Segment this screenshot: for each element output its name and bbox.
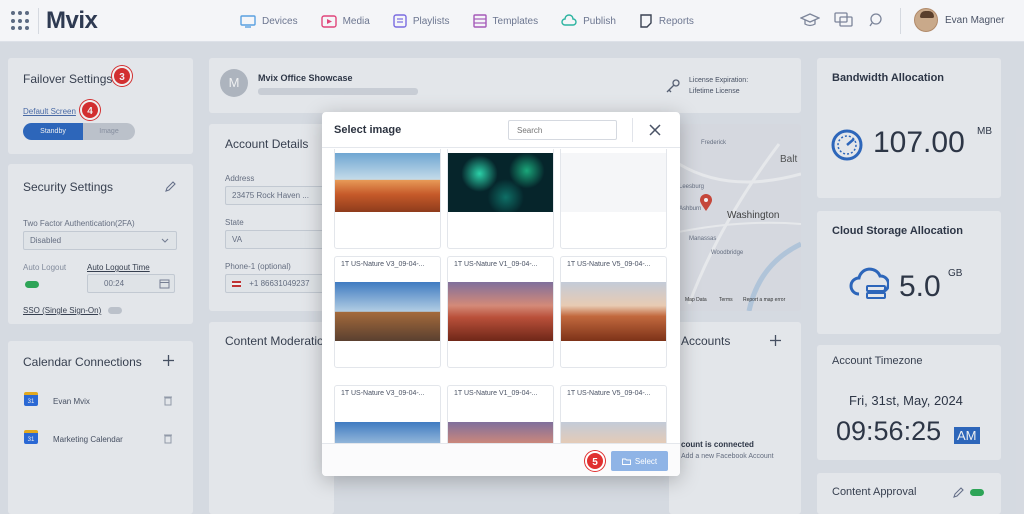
chat-icon[interactable]	[834, 12, 854, 28]
nav-media[interactable]: Media	[320, 14, 370, 28]
image-label: 1T US-Nature V3_09-04-...	[341, 390, 425, 397]
app-grid-icon[interactable]	[11, 11, 31, 31]
image-grid: 1T US-Nature V3_09-04-... 1T US-Nature V…	[322, 149, 680, 443]
nav-label: Playlists	[412, 15, 450, 27]
divider	[632, 118, 633, 142]
image-thumbnail	[335, 282, 440, 341]
avatar	[914, 8, 938, 32]
folder-icon	[621, 458, 631, 465]
image-label: 1T US-Nature V1_09-04-...	[454, 261, 538, 268]
image-label: 1T US-Nature V3_09-04-...	[341, 261, 425, 268]
select-button[interactable]: Select	[611, 451, 668, 471]
nav-label: Devices	[262, 15, 298, 27]
main-nav: Devices Media Playlists Templates Publis…	[240, 0, 717, 42]
close-icon[interactable]	[648, 123, 662, 137]
search-icon[interactable]	[868, 12, 884, 28]
image-card[interactable]	[447, 149, 554, 249]
top-bar: Mvix Devices Media Playlists Templates P…	[0, 0, 1024, 42]
user-menu[interactable]: Evan Magner	[914, 8, 1004, 32]
divider	[38, 8, 39, 34]
template-icon	[472, 14, 487, 28]
search-input[interactable]	[508, 120, 617, 140]
image-card[interactable]: 1T US-Nature V3_09-04-...	[334, 385, 441, 443]
step-badge: 5	[585, 451, 605, 471]
nav-label: Templates	[492, 15, 539, 27]
select-button-label: Select	[634, 456, 658, 466]
image-card[interactable]	[560, 149, 667, 249]
select-image-modal: Select image 1T US-Nature V3_09-04-... 1…	[322, 112, 680, 476]
media-icon	[320, 14, 337, 28]
modal-header: Select image	[322, 112, 680, 148]
image-thumbnail	[448, 153, 553, 212]
playlist-icon	[393, 14, 407, 28]
nav-publish[interactable]: Publish	[561, 14, 616, 28]
image-card[interactable]: 1T US-Nature V1_09-04-...	[447, 256, 554, 368]
image-label: 1T US-Nature V5_09-04-...	[567, 390, 651, 397]
nav-label: Media	[342, 15, 370, 27]
image-label: 1T US-Nature V5_09-04-...	[567, 261, 651, 268]
user-name: Evan Magner	[945, 14, 1005, 26]
image-card[interactable]: 1T US-Nature V5_09-04-...	[560, 256, 667, 368]
image-thumbnail	[561, 282, 666, 341]
nav-templates[interactable]: Templates	[472, 14, 539, 28]
nav-playlists[interactable]: Playlists	[393, 14, 450, 28]
nav-reports[interactable]: Reports	[639, 14, 694, 28]
image-thumbnail	[448, 422, 553, 443]
image-thumbnail	[561, 153, 666, 212]
publish-icon	[561, 14, 577, 26]
monitor-icon	[240, 14, 256, 28]
image-card[interactable]: 1T US-Nature V1_09-04-...	[447, 385, 554, 443]
modal-title: Select image	[334, 124, 402, 136]
graduation-cap-icon[interactable]	[800, 12, 820, 28]
top-icons	[800, 12, 884, 28]
image-thumbnail	[335, 153, 440, 212]
image-card[interactable]: 1T US-Nature V3_09-04-...	[334, 256, 441, 368]
image-card[interactable]: 1T US-Nature V5_09-04-...	[560, 385, 667, 443]
nav-devices[interactable]: Devices	[240, 14, 298, 28]
image-label: 1T US-Nature V1_09-04-...	[454, 390, 538, 397]
image-thumbnail	[561, 422, 666, 443]
image-thumbnail	[335, 422, 440, 443]
divider	[900, 8, 901, 34]
nav-label: Publish	[583, 15, 616, 27]
image-thumbnail	[448, 282, 553, 341]
logo[interactable]: Mvix	[46, 7, 98, 35]
reports-icon	[640, 14, 652, 28]
nav-label: Reports	[658, 15, 694, 27]
image-card[interactable]	[334, 149, 441, 249]
modal-footer: 5 Select	[322, 443, 680, 476]
